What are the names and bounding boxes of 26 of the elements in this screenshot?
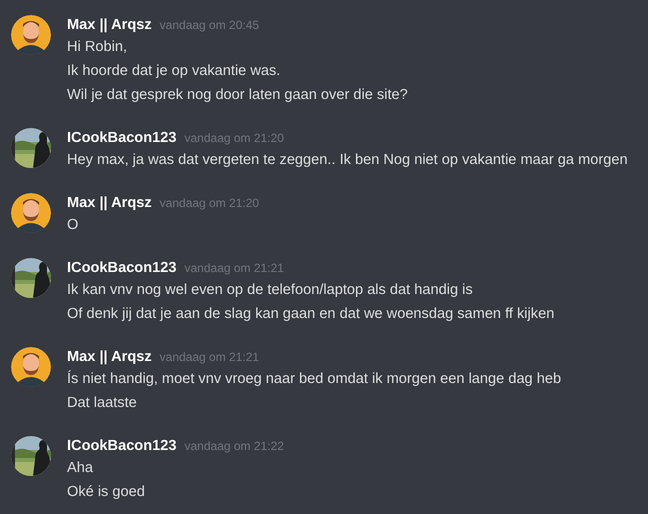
username[interactable]: Max || Arqsz [67,193,152,213]
message-text: Hey max, ja was dat vergeten te zeggen.. Ik ben Nog niet op vakantie maar ga morgen [67,151,628,170]
message-text: Ik hoorde dat je op vakantie was. [67,62,282,81]
message-text: Ik kan vnv nog wel even op de telefoon/laptop als dat handig is [67,281,474,300]
message-text: Hi Robin, [67,38,128,57]
avatar-icon [11,193,51,233]
message-text: Of denk jij dat je aan de slag kan gaan en dat we woensdag samen ff kijken [67,305,554,324]
username[interactable]: Max || Arqsz [67,347,152,367]
timestamp: vandaag om 21:21 [184,260,284,277]
username[interactable]: ICookBacon123 [67,128,176,148]
message-text: Ís niet handig, moet vnv vroeg naar bed omdat ik morgen een lange dag heb [67,369,562,389]
message-text: Dat laatste [67,394,138,413]
message-text: Oké is goed [67,483,146,502]
message-text: Wil je dat gesprek nog door laten gaan over die site? [67,86,408,105]
timestamp: vandaag om 20:45 [160,17,260,34]
avatar-icon [11,15,51,55]
timestamp: vandaag om 21:21 [160,349,260,366]
avatar-icon [11,347,51,387]
timestamp: vandaag om 21:20 [160,195,260,212]
username[interactable]: ICookBacon123 [67,258,176,278]
message-text: Aha [67,459,94,478]
username[interactable]: ICookBacon123 [67,436,176,456]
timestamp: vandaag om 21:20 [184,130,284,147]
message-text: O [67,216,80,235]
timestamp: vandaag om 21:22 [184,438,284,455]
username[interactable]: Max || Arqsz [67,15,152,35]
